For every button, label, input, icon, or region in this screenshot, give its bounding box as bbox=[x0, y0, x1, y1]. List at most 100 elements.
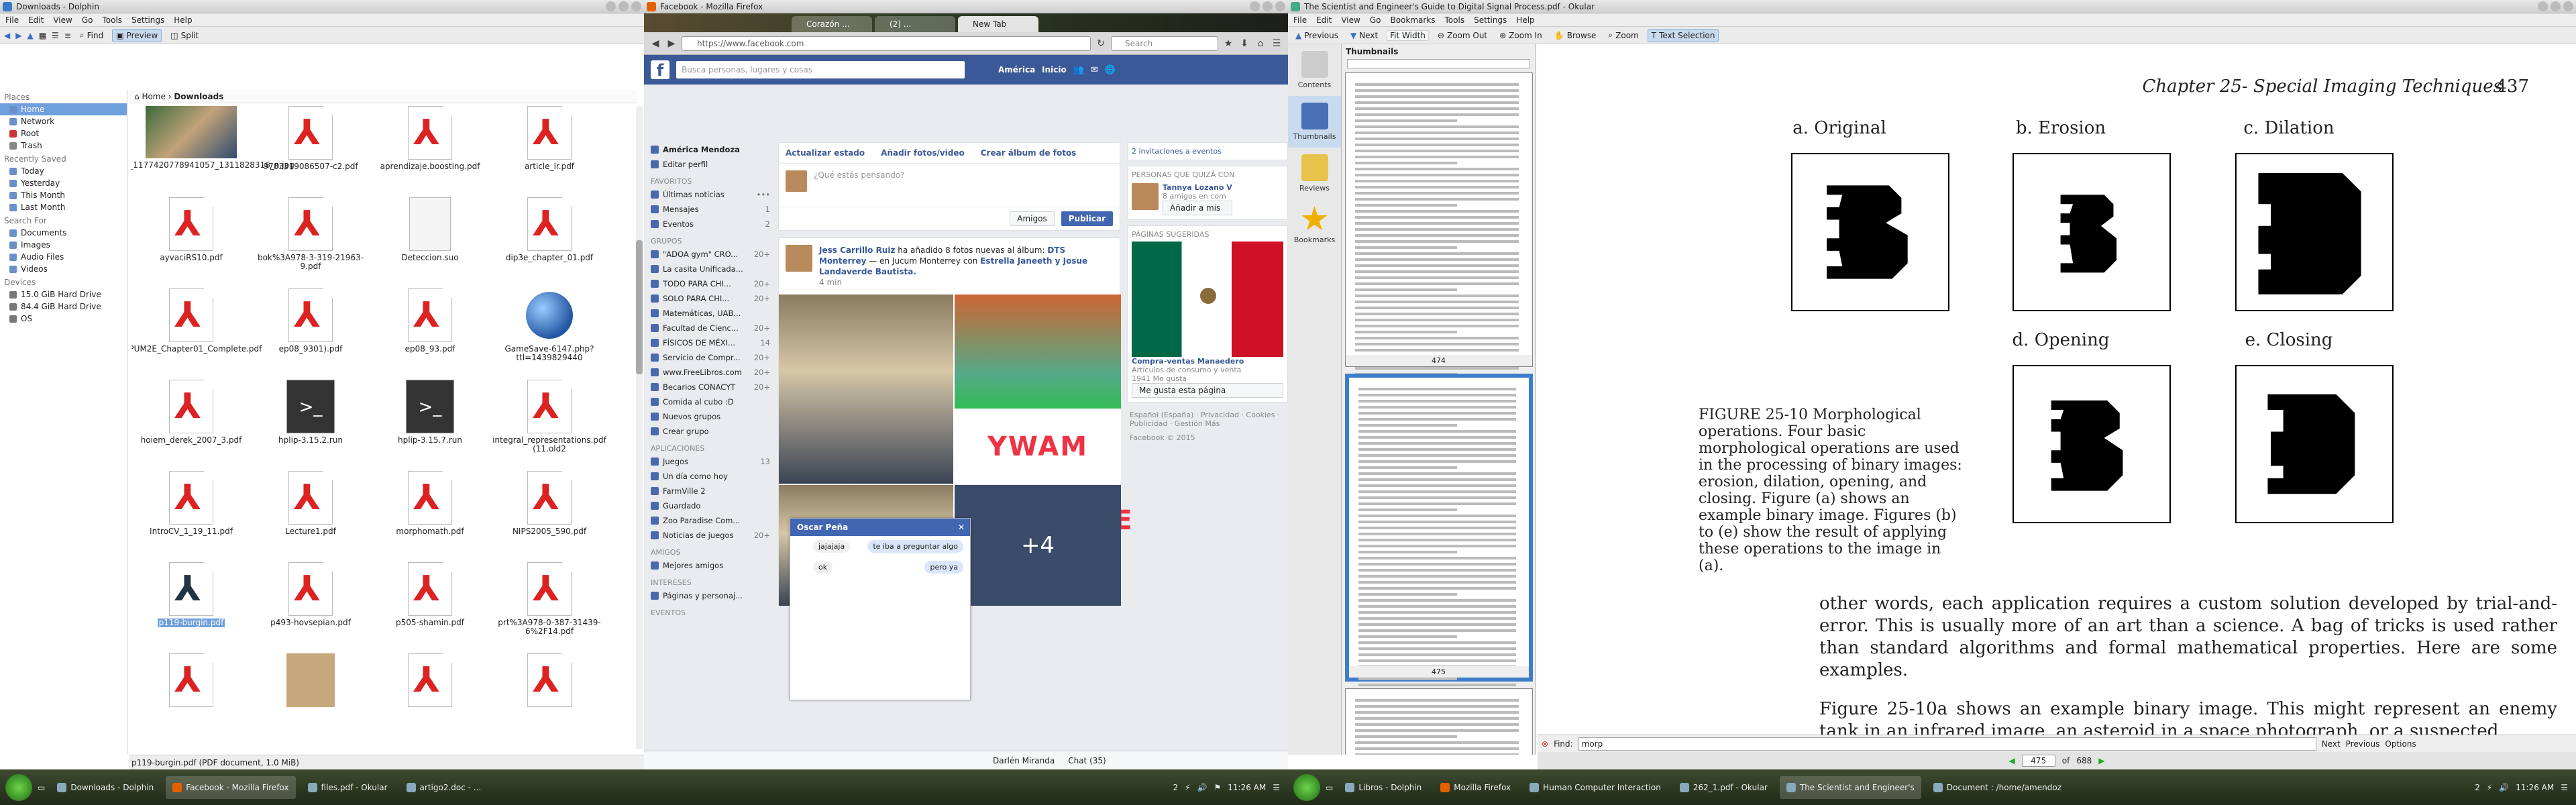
okular-titlebar[interactable]: The Scientist and Engineer's Guide to Di… bbox=[1288, 0, 2576, 13]
app-item[interactable]: Juegos 13 bbox=[647, 454, 774, 469]
breadcrumb-current[interactable]: Downloads bbox=[174, 92, 223, 101]
post-photo[interactable] bbox=[955, 294, 1121, 409]
minimize-button[interactable] bbox=[606, 1, 616, 11]
maximize-button[interactable] bbox=[619, 1, 629, 11]
menu-go[interactable]: Go bbox=[1370, 13, 1381, 26]
text-selection-button[interactable]: T Text Selection bbox=[1647, 28, 1719, 42]
file-item[interactable]: ⅄ Lecture1.pdf bbox=[251, 471, 370, 559]
network-icon[interactable]: ⚡ bbox=[2487, 783, 2492, 792]
task-hci[interactable]: Human Computer Interaction bbox=[1523, 776, 1668, 799]
group-item[interactable]: Facultad de Cienc... 20+ bbox=[647, 321, 774, 335]
facebook-logo-icon[interactable]: f bbox=[651, 60, 669, 80]
menu-icon[interactable]: ☰ bbox=[1271, 38, 1283, 49]
menu-bookmarks[interactable]: Bookmarks bbox=[1390, 13, 1435, 26]
menu-help[interactable]: Help bbox=[1516, 13, 1534, 26]
dolphin-titlebar[interactable]: Downloads - Dolphin bbox=[0, 0, 644, 13]
more-photos[interactable]: +4 bbox=[955, 485, 1121, 606]
file-item[interactable]: ⅄ p505-shamin.pdf bbox=[370, 562, 490, 651]
file-item[interactable]: ⅄ hoiem_derek_2007_3.pdf bbox=[131, 380, 251, 468]
start-menu-icon[interactable] bbox=[5, 773, 32, 801]
bookmark-star-icon[interactable]: ★ bbox=[1222, 38, 1234, 49]
group-item[interactable]: Matemáticas, UAB... bbox=[647, 306, 774, 321]
file-item[interactable]: ⅄ p493-hovsepian.pdf bbox=[251, 562, 370, 651]
file-item[interactable]: ⅄ NIPS2005_590.pdf bbox=[490, 471, 609, 559]
favorites-item[interactable]: Mensajes 1 bbox=[647, 202, 774, 217]
minimize-button[interactable] bbox=[2538, 1, 2548, 11]
file-item[interactable]: ⅄ morphomath.pdf bbox=[370, 471, 490, 559]
favorites-item[interactable]: Eventos 2 bbox=[647, 217, 774, 231]
zoom-select[interactable]: Fit Width bbox=[1387, 30, 1429, 41]
friends-item[interactable]: Mejores amigos bbox=[647, 558, 774, 573]
group-item[interactable]: www.FreeLibros.com 20+ bbox=[647, 365, 774, 380]
task-firefox[interactable]: Mozilla Firefox bbox=[1434, 776, 1517, 799]
menu-file[interactable]: File bbox=[1293, 13, 1307, 26]
file-item[interactable]: ⅄ 9783319086507-c2.pdf bbox=[251, 106, 370, 195]
system-menu-icon[interactable]: ☰ bbox=[1273, 783, 1280, 792]
page-image[interactable] bbox=[1132, 241, 1283, 357]
file-item[interactable]: GameSave-6147.php?ttl=1439829440 bbox=[490, 288, 609, 377]
previous-button[interactable]: ▲ Previous bbox=[1292, 30, 1342, 42]
close-find-icon[interactable]: ⊗ bbox=[1542, 739, 1548, 749]
task-libros[interactable]: Libros - Dolphin bbox=[1338, 776, 1428, 799]
details-view-icon[interactable]: ≡ bbox=[64, 31, 71, 40]
menu-settings[interactable]: Settings bbox=[131, 13, 164, 26]
preview-button[interactable]: ▣ Preview bbox=[112, 28, 162, 42]
search-bar[interactable]: Search bbox=[1111, 36, 1218, 51]
file-item[interactable]: ⅄ prt%3A978-0-387-31439-6%2F14.pdf bbox=[490, 562, 609, 651]
pager-number[interactable]: 2 bbox=[1173, 783, 1178, 792]
person-avatar[interactable] bbox=[1132, 183, 1159, 210]
like-page-button[interactable]: Me gusta esta página bbox=[1132, 383, 1283, 398]
file-item[interactable]: ⅄ bok%3A978-3-319-21963-9.pdf bbox=[251, 197, 370, 286]
recent-yesterday[interactable]: Yesterday bbox=[0, 177, 127, 189]
minimize-button[interactable] bbox=[1250, 1, 1260, 11]
maximize-button[interactable] bbox=[1263, 1, 1273, 11]
group-item[interactable]: Becarios CONACYT 20+ bbox=[647, 380, 774, 394]
task-okular-scientist[interactable]: The Scientist and Engineer's bbox=[1779, 775, 1921, 799]
contents-tab[interactable]: Contents bbox=[1288, 44, 1341, 96]
find-button[interactable]: ⌕ Find bbox=[76, 29, 107, 42]
update-status-tab[interactable]: Actualizar estado bbox=[786, 148, 865, 158]
file-item[interactable]: ⅄ IntroCV_1_19_11.pdf bbox=[131, 471, 251, 559]
person-name[interactable]: Tannya Lozano V bbox=[1163, 183, 1232, 192]
find-previous-button[interactable]: Previous bbox=[2346, 739, 2380, 749]
search-documents[interactable]: Documents bbox=[0, 227, 127, 239]
reload-icon[interactable]: ↻ bbox=[1095, 38, 1107, 49]
tab-youtube[interactable]: (2) ... bbox=[875, 16, 955, 32]
menu-settings[interactable]: Settings bbox=[1474, 13, 1507, 26]
file-item[interactable] bbox=[251, 653, 370, 742]
task-doc[interactable]: artigo2.doc - ... bbox=[400, 776, 488, 799]
file-item[interactable]: ⅄ p119-burgin.pdf bbox=[131, 562, 251, 651]
forward-icon[interactable]: ▶ bbox=[665, 38, 678, 49]
post-photo[interactable] bbox=[779, 294, 953, 484]
url-bar[interactable]: https://www.facebook.com bbox=[682, 36, 1091, 51]
file-item[interactable]: ⅄ ayvaciRS10.pdf bbox=[131, 197, 251, 286]
file-scrollbar[interactable] bbox=[636, 106, 643, 749]
task-firefox[interactable]: Facebook - Mozilla Firefox bbox=[166, 775, 296, 799]
thumbnail-page-current[interactable]: 475 bbox=[1344, 374, 1533, 747]
post-author-avatar[interactable] bbox=[786, 245, 812, 272]
chat-sidebar-toggle[interactable]: Chat (35) bbox=[1068, 756, 1106, 765]
menu-view[interactable]: View bbox=[1341, 13, 1360, 26]
task-okular-262[interactable]: 262_1.pdf - Okular bbox=[1673, 776, 1774, 799]
compact-view-icon[interactable]: ☰ bbox=[52, 31, 59, 40]
device-84gb[interactable]: 84.4 GiB Hard Drive bbox=[0, 301, 127, 313]
next-button[interactable]: ▼ Next bbox=[1347, 30, 1381, 42]
nav-user[interactable]: América Mendoza bbox=[647, 142, 774, 157]
clock[interactable]: 11:26 AM bbox=[1228, 783, 1266, 792]
place-home[interactable]: Home bbox=[0, 103, 127, 115]
app-item[interactable]: Noticias de juegos 20+ bbox=[647, 528, 774, 543]
file-item[interactable]: ⅄ bbox=[370, 653, 490, 742]
task-dolphin[interactable]: Downloads - Dolphin bbox=[50, 776, 160, 799]
notifications-icon[interactable]: 🌐 bbox=[1105, 65, 1116, 75]
group-item[interactable]: La casita Unificada... bbox=[647, 262, 774, 276]
menu-go[interactable]: Go bbox=[82, 13, 93, 26]
device-os[interactable]: OS bbox=[0, 313, 127, 325]
zoom-in-button[interactable]: ⊕ Zoom In bbox=[1496, 30, 1546, 42]
find-options-button[interactable]: Options bbox=[2385, 739, 2416, 749]
nav-edit-profile[interactable]: Editar perfil bbox=[647, 157, 774, 172]
device-15gb[interactable]: 15.0 GiB Hard Drive bbox=[0, 288, 127, 301]
recent-last-month[interactable]: Last Month bbox=[0, 201, 127, 213]
post-author[interactable]: Jess Carrillo Ruiz bbox=[819, 246, 895, 255]
page-name[interactable]: Compra-ventas Manaedero bbox=[1132, 357, 1283, 366]
friend-requests-icon[interactable]: 👥 bbox=[1073, 65, 1084, 75]
